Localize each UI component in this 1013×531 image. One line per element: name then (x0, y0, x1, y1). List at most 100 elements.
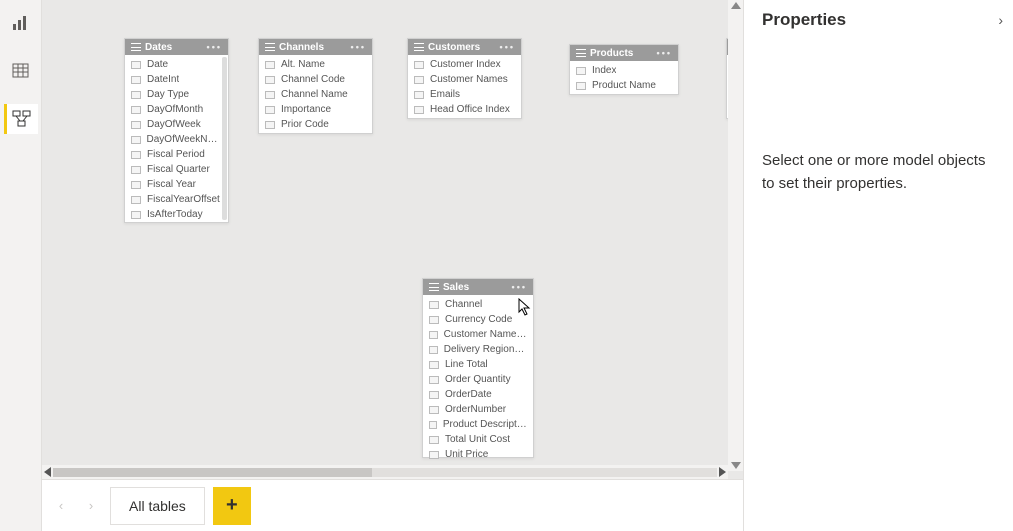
table-menu-button[interactable]: ••• (512, 282, 527, 292)
vertical-scrollbar[interactable] (728, 0, 743, 471)
table-name: Products (590, 48, 633, 59)
field-name: Unit Price (445, 449, 488, 460)
field-icon (429, 331, 438, 339)
add-layout-button[interactable]: + (213, 487, 251, 525)
field-icon (131, 91, 141, 99)
table-icon (414, 43, 424, 51)
table-header[interactable]: Products ••• (570, 45, 678, 61)
field-row[interactable]: OrderNumber (423, 402, 533, 417)
field-row[interactable]: Emails (408, 87, 521, 102)
field-icon (429, 451, 439, 459)
bar-chart-icon (12, 15, 30, 31)
table-card-dates[interactable]: Dates ••• DateDateIntDay TypeDayOfMonth Day… (124, 38, 229, 223)
model-icon (12, 110, 32, 128)
field-row[interactable]: DayOfWeek (125, 117, 228, 132)
field-row[interactable]: Delivery Region Index (423, 342, 533, 357)
field-row[interactable]: Fiscal Quarter (125, 162, 228, 177)
field-name: Alt. Name (281, 59, 325, 70)
field-icon (131, 61, 141, 69)
table-card-customers[interactable]: Customers••• Customer IndexCustomer Names… (407, 38, 522, 119)
model-view-button[interactable] (4, 104, 38, 134)
field-row[interactable]: Product Description Index (423, 417, 533, 432)
field-row[interactable]: DayOfWeekName (125, 132, 228, 147)
collapse-properties-button[interactable]: › (998, 12, 1003, 28)
table-fields: DateDateIntDay TypeDayOfMonth DayOfWeek Da… (125, 55, 228, 224)
table-name: Dates (145, 42, 172, 53)
field-icon (429, 436, 439, 444)
field-icon (131, 166, 141, 174)
field-name: Total Unit Cost (445, 434, 510, 445)
field-icon (429, 316, 439, 324)
field-row[interactable]: Customer Names (408, 72, 521, 87)
field-row[interactable]: Currency Code (423, 312, 533, 327)
field-name: IsAfterToday (147, 209, 203, 220)
field-row[interactable]: DateInt (125, 72, 228, 87)
table-menu-button[interactable]: ••• (657, 48, 672, 58)
field-row[interactable]: DayOfMonth (125, 102, 228, 117)
table-name: Sales (443, 282, 469, 293)
field-name: Fiscal Period (147, 149, 205, 160)
field-row[interactable]: Product Name (570, 78, 678, 93)
scroll-up-icon[interactable] (731, 2, 741, 9)
table-header[interactable]: Channels••• (259, 39, 372, 55)
field-row[interactable]: Alt. Name (259, 57, 372, 72)
scroll-track[interactable] (53, 468, 717, 477)
table-menu-button[interactable]: ••• (351, 42, 366, 52)
report-view-button[interactable] (4, 8, 38, 38)
tab-all-tables[interactable]: All tables (110, 487, 205, 525)
field-row[interactable]: Fiscal Period (125, 147, 228, 162)
field-name: Customer Name Index (444, 329, 527, 340)
scroll-thumb[interactable] (53, 468, 372, 477)
field-row[interactable]: Channel Name (259, 87, 372, 102)
field-row[interactable]: Order Quantity (423, 372, 533, 387)
field-row[interactable]: Customer Name Index (423, 327, 533, 342)
field-row[interactable]: Channel (423, 297, 533, 312)
table-menu-button[interactable]: ••• (207, 42, 222, 52)
table-header[interactable]: Dates ••• (125, 39, 228, 55)
table-card-products[interactable]: Products ••• IndexProduct Name (569, 44, 679, 95)
table-header[interactable]: Sales ••• (423, 279, 533, 295)
field-name: DayOfWeek (147, 119, 201, 130)
field-row[interactable]: Index (570, 63, 678, 78)
field-row[interactable]: Channel Code (259, 72, 372, 87)
table-scrollbar[interactable] (222, 57, 227, 220)
field-row[interactable]: Fiscal Year (125, 177, 228, 192)
data-view-button[interactable] (4, 56, 38, 86)
field-row[interactable]: Customer Index (408, 57, 521, 72)
field-icon (265, 76, 275, 84)
table-card-sales[interactable]: Sales ••• Channel Currency Code Customer Nam… (422, 278, 534, 458)
field-icon (265, 106, 275, 114)
field-row[interactable]: IsAfterToday (125, 207, 228, 222)
field-row[interactable]: Unit Price (423, 447, 533, 462)
field-row[interactable]: Total Unit Cost (423, 432, 533, 447)
table-fields: Channel Currency Code Customer Name Index D… (423, 295, 533, 464)
field-row[interactable]: Head Office Index (408, 102, 521, 117)
field-name: Fiscal Quarter (147, 164, 210, 175)
scroll-right-icon[interactable] (719, 467, 726, 477)
field-name: Currency Code (445, 314, 512, 325)
field-row[interactable]: Prior Code (259, 117, 372, 132)
scroll-down-icon[interactable] (731, 462, 741, 469)
field-row[interactable]: Date (125, 57, 228, 72)
field-icon (131, 136, 141, 144)
properties-title: Properties (762, 10, 995, 30)
tabs-prev-button[interactable]: ‹ (50, 495, 72, 517)
field-icon (429, 406, 439, 414)
field-name: Order Quantity (445, 374, 511, 385)
table-icon (429, 283, 439, 291)
field-row[interactable]: FiscalYearOffset (125, 192, 228, 207)
model-canvas-wrap: Dates ••• DateDateIntDay TypeDayOfMonth Day… (42, 0, 743, 479)
field-row[interactable]: Importance (259, 102, 372, 117)
field-row[interactable]: Day Type (125, 87, 228, 102)
field-row[interactable]: Line Total (423, 357, 533, 372)
tabs-next-button[interactable]: › (80, 495, 102, 517)
horizontal-scrollbar[interactable] (42, 465, 728, 479)
field-row[interactable]: OrderDate (423, 387, 533, 402)
properties-hint: Select one or more model objects to set … (762, 150, 995, 195)
model-canvas[interactable]: Dates ••• DateDateIntDay TypeDayOfMonth Day… (42, 0, 743, 479)
table-card-channels[interactable]: Channels••• Alt. Name Channel CodeChannel … (258, 38, 373, 134)
field-name: Fiscal Year (147, 179, 196, 190)
table-menu-button[interactable]: ••• (500, 42, 515, 52)
scroll-left-icon[interactable] (44, 467, 51, 477)
table-header[interactable]: Customers••• (408, 39, 521, 55)
